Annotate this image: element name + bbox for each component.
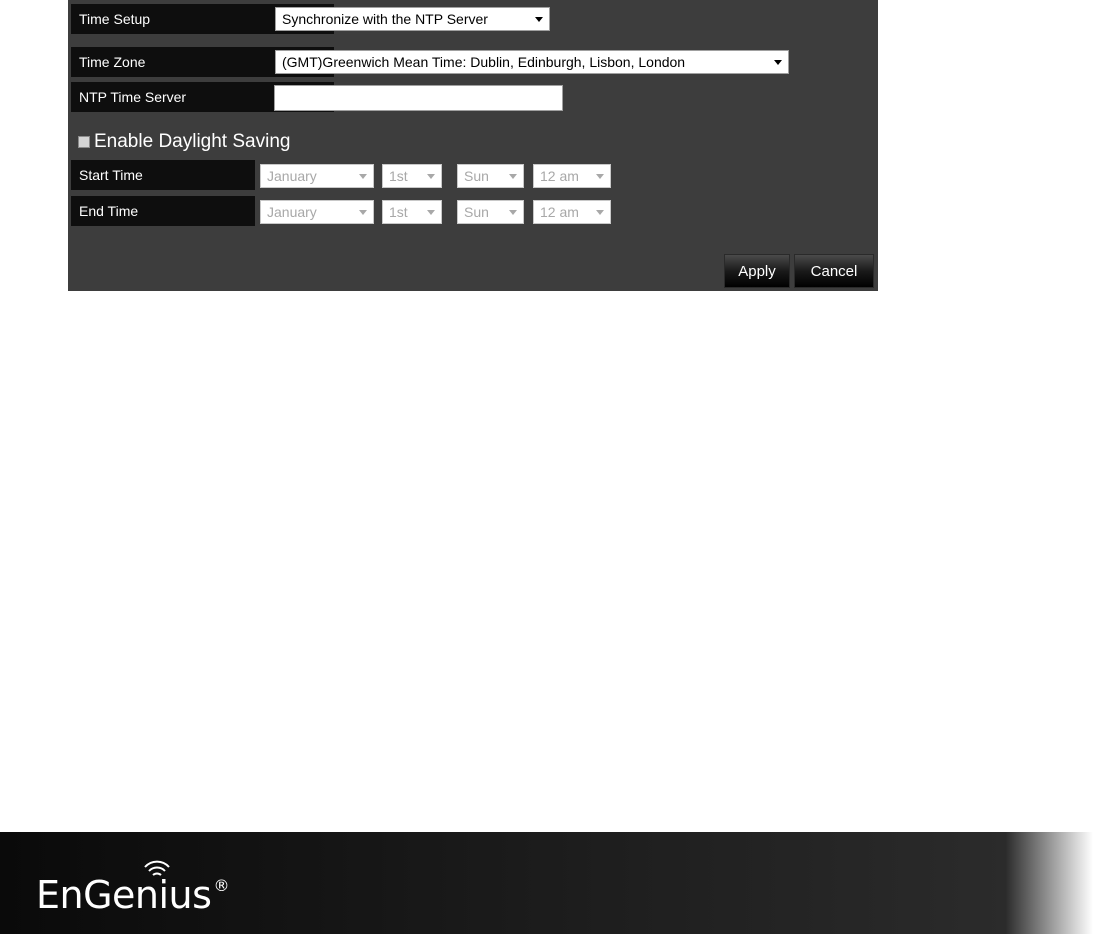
ntp-server-row: NTP Time Server <box>68 82 878 112</box>
engenius-logo: EnGenius ® <box>36 861 229 917</box>
chevron-down-icon <box>427 210 435 215</box>
time-setup-value: Synchronize with the NTP Server <box>282 11 488 27</box>
time-zone-value: (GMT)Greenwich Mean Time: Dublin, Edinbu… <box>282 54 686 70</box>
chevron-down-icon <box>509 210 517 215</box>
time-zone-row: Time Zone (GMT)Greenwich Mean Time: Dubl… <box>68 47 878 77</box>
end-hour-value: 12 am <box>540 204 579 220</box>
time-settings-panel: Time Setup Synchronize with the NTP Serv… <box>68 0 878 291</box>
registered-mark: ® <box>213 876 229 895</box>
start-time-label: Start Time <box>71 160 255 190</box>
start-week-value: 1st <box>389 168 408 184</box>
footer-banner: EnGenius ® <box>0 832 1093 934</box>
end-hour-select[interactable]: 12 am <box>533 200 611 224</box>
chevron-down-icon <box>359 174 367 179</box>
chevron-down-icon <box>596 210 604 215</box>
chevron-down-icon <box>359 210 367 215</box>
start-hour-select[interactable]: 12 am <box>533 164 611 188</box>
wifi-icon <box>144 860 170 876</box>
logo-text: EnGenius <box>36 873 212 917</box>
end-week-value: 1st <box>389 204 408 220</box>
end-week-select[interactable]: 1st <box>382 200 442 224</box>
end-month-select[interactable]: January <box>260 200 374 224</box>
start-week-select[interactable]: 1st <box>382 164 442 188</box>
start-time-row: Start Time January 1st Sun 12 am <box>68 160 878 190</box>
start-month-select[interactable]: January <box>260 164 374 188</box>
chevron-down-icon <box>596 174 604 179</box>
daylight-saving-checkbox[interactable] <box>78 136 90 148</box>
end-month-value: January <box>267 204 317 220</box>
start-month-value: January <box>267 168 317 184</box>
ntp-server-input[interactable] <box>274 85 563 111</box>
apply-button[interactable]: Apply <box>724 254 790 288</box>
daylight-saving-label: Enable Daylight Saving <box>94 131 291 152</box>
end-time-label: End Time <box>71 196 255 226</box>
daylight-saving-toggle[interactable]: Enable Daylight Saving <box>78 130 290 154</box>
time-zone-select[interactable]: (GMT)Greenwich Mean Time: Dublin, Edinbu… <box>275 50 789 74</box>
end-day-value: Sun <box>464 204 489 220</box>
time-setup-select[interactable]: Synchronize with the NTP Server <box>275 7 550 31</box>
chevron-down-icon <box>535 17 543 22</box>
chevron-down-icon <box>774 60 782 65</box>
chevron-down-icon <box>509 174 517 179</box>
start-hour-value: 12 am <box>540 168 579 184</box>
start-day-select[interactable]: Sun <box>457 164 524 188</box>
end-time-row: End Time January 1st Sun 12 am <box>68 196 878 226</box>
chevron-down-icon <box>427 174 435 179</box>
end-day-select[interactable]: Sun <box>457 200 524 224</box>
start-day-value: Sun <box>464 168 489 184</box>
time-setup-row: Time Setup Synchronize with the NTP Serv… <box>68 4 878 34</box>
cancel-button[interactable]: Cancel <box>794 254 874 288</box>
